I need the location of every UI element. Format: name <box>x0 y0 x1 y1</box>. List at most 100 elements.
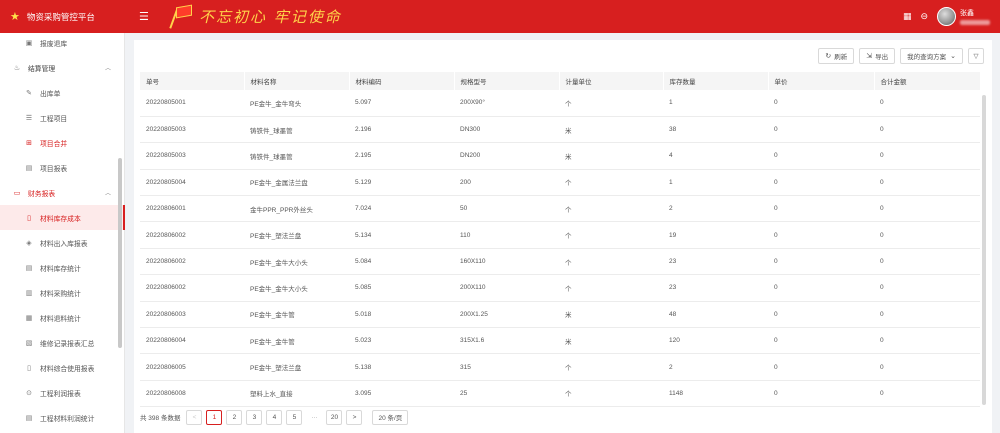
table-cell: 20220805001 <box>140 90 244 117</box>
sidebar-item-return-stats[interactable]: ▦ 材料退料统计 <box>0 305 125 330</box>
table-row[interactable]: 20220805004 PE金牛_金属法兰盘 5.129 200 个 1 0 0 <box>140 169 980 197</box>
prev-page-button[interactable]: < <box>186 409 203 425</box>
sidebar-group-settlement[interactable]: ♨ 结算管理 ︿ <box>0 55 125 80</box>
table-row[interactable]: 20220805003 铸铁件_球墨管 2.195 DN200 米 4 0 0 <box>140 142 980 170</box>
table-row[interactable]: 20220806003 PE金牛_金牛管 5.018 200X1.25 米 48 0 0 <box>140 301 980 329</box>
table-cell: 20220806002 <box>140 248 244 276</box>
column-header[interactable]: 规格型号 <box>454 72 560 90</box>
table-row[interactable]: 20220806004 PE金牛_金牛管 5.023 315X1.6 米 120 0 0 <box>140 327 980 355</box>
sidebar-item-profit-report[interactable]: ⊙ 工程利润报表 <box>0 380 125 405</box>
table-cell: 2.195 <box>349 142 454 170</box>
merge-icon: ⊞ <box>26 139 32 147</box>
table-cell: 7.024 <box>349 195 454 223</box>
table-cell: 个 <box>559 353 663 381</box>
apps-grid-icon[interactable]: ▦ <box>903 11 912 22</box>
page-4[interactable]: 4 <box>266 409 283 425</box>
column-header[interactable]: 单号 <box>140 72 245 90</box>
sidebar-item-material-profit[interactable]: ▤ 工程材料利润统计 <box>0 405 125 430</box>
sidebar-item-project-merge[interactable]: ⊞ 项目合并 <box>0 130 125 155</box>
avatar[interactable] <box>937 7 956 26</box>
table-cell: PE金牛_金属法兰盘 <box>244 169 349 197</box>
next-page-button[interactable]: > <box>346 409 363 425</box>
table-cell: 5.097 <box>349 90 454 117</box>
table-row[interactable]: 20220806002 PE金牛_金牛大小头 5.084 160X110 个 23 0 0 <box>140 248 980 276</box>
sidebar-scrollbar[interactable] <box>118 158 122 348</box>
page-ellipsis[interactable]: ··· <box>306 409 323 425</box>
page-5[interactable]: 5 <box>286 409 303 425</box>
sidebar-item-projects[interactable]: ☰ 工程项目 <box>0 105 125 130</box>
table-scrollbar[interactable] <box>982 95 986 405</box>
table-row[interactable]: 20220805003 铸铁件_球墨管 2.196 DN300 米 38 0 0 <box>140 116 980 144</box>
column-header[interactable]: 材料名称 <box>244 72 350 90</box>
usage-icon: ▯ <box>27 364 31 372</box>
sidebar-item-outbound[interactable]: ✎ 出库单 <box>0 80 125 105</box>
table-row[interactable]: 20220806008 塑料上水_直接 3.095 25 个 1148 0 0 <box>140 380 980 408</box>
repair-icon: ▧ <box>25 339 33 347</box>
page-3[interactable]: 3 <box>246 409 263 425</box>
user-info[interactable]: 张鑫 <box>960 9 990 25</box>
table-cell: 5.018 <box>349 301 454 329</box>
table-row[interactable]: 20220806001 金牛PPR_PPR外丝头 7.024 50 个 2 0 0 <box>140 195 980 223</box>
refresh-icon: ↻ <box>825 53 832 60</box>
page-2[interactable]: 2 <box>226 409 243 425</box>
sidebar-item-stock-stats[interactable]: ▤ 材料库存统计 <box>0 255 125 280</box>
sidebar: ▣ 报废退库 ♨ 结算管理 ︿ ✎ 出库单 ☰ 工程项目 ⊞ 项目合并 ▤ 项目… <box>0 33 125 433</box>
stock-icon: ▤ <box>25 264 33 272</box>
table-cell: 米 <box>559 301 663 329</box>
app-title: 物资采购管控平台 <box>26 11 95 22</box>
table-cell: 铸铁件_球墨管 <box>244 116 349 144</box>
table-cell: 0 <box>768 142 874 170</box>
sidebar-item-purchase-stats[interactable]: ▥ 材料采购统计 <box>0 280 125 305</box>
table-cell: 2 <box>663 353 768 381</box>
table-row[interactable]: 20220805001 PE金牛_金牛弯头 5.097 200X90° 个 1 0 0 <box>140 90 980 117</box>
table-cell: 120 <box>663 327 768 355</box>
sidebar-group-finance[interactable]: ▭ 财务报表 ︿ <box>0 180 125 205</box>
column-header[interactable]: 合计金额 <box>874 72 980 90</box>
sidebar-item-material-cost[interactable]: ▯ 材料库存成本 <box>0 205 125 230</box>
query-scheme-dropdown[interactable]: 我的查询方案 ⌄ <box>900 48 963 64</box>
sidebar-item-project-report[interactable]: ▤ 项目报表 <box>0 155 125 180</box>
refresh-button[interactable]: ↻ 刷新 <box>818 48 855 64</box>
sidebar-item-scrap-return[interactable]: ▣ 报废退库 <box>0 30 125 55</box>
filter-button[interactable]: ▽ <box>968 48 984 64</box>
column-header[interactable]: 单价 <box>768 72 875 90</box>
table-cell: 个 <box>559 380 663 408</box>
page-size-select[interactable]: 20 条/页 <box>372 409 409 425</box>
table-cell: 1148 <box>663 380 768 408</box>
table-cell: 1 <box>663 90 768 117</box>
table-cell: 200X1.25 <box>454 301 559 329</box>
table-cell: 5.084 <box>349 248 454 276</box>
table-row[interactable]: 20220806002 PE金牛_塑法兰盘 5.134 110 个 19 0 0 <box>140 221 980 249</box>
sidebar-item-repair-summary[interactable]: ▧ 维修记录报表汇总 <box>0 330 125 355</box>
page-last[interactable]: 20 <box>326 409 343 425</box>
table-cell: 20220806002 <box>140 221 244 249</box>
page-1[interactable]: 1 <box>206 409 223 425</box>
sidebar-item-usage-report[interactable]: ▯ 材料综合使用报表 <box>0 355 125 380</box>
profit-icon: ⊙ <box>26 389 32 397</box>
export-button[interactable]: ⇲ 导出 <box>859 48 896 64</box>
menu-toggle-icon[interactable]: ☰ <box>139 10 153 23</box>
table-cell: 米 <box>559 116 663 144</box>
table-cell: 0 <box>768 169 874 197</box>
table-cell: 个 <box>559 195 663 223</box>
sidebar-item-material-inout[interactable]: ◈ 材料出入库报表 <box>0 230 125 255</box>
table-cell: 0 <box>874 221 980 249</box>
column-header[interactable]: 库存数量 <box>663 72 769 90</box>
table-cell: PE金牛_塑法兰盘 <box>244 353 349 381</box>
table-row[interactable]: 20220806005 PE金牛_塑法兰盘 5.138 315 个 2 0 0 <box>140 353 980 381</box>
table-cell: 200X90° <box>454 90 559 117</box>
table-cell: 110 <box>454 221 559 249</box>
column-header[interactable]: 材料编码 <box>349 72 455 90</box>
table-cell: 0 <box>874 327 980 355</box>
table-cell: 5.138 <box>349 353 454 381</box>
table-cell: 0 <box>874 274 980 302</box>
more-icon[interactable]: ⊖ <box>920 11 928 22</box>
table-cell: 20220805003 <box>140 116 244 144</box>
table-cell: 25 <box>454 380 559 408</box>
table-cell: PE金牛_塑法兰盘 <box>244 221 349 249</box>
table-row[interactable]: 20220806002 PE金牛_金牛大小头 5.085 200X110 个 23 0 0 <box>140 274 980 302</box>
table-body: 20220805001 PE金牛_金牛弯头 5.097 200X90° 个 1 0 0 2022… <box>140 90 980 408</box>
column-header[interactable]: 计量单位 <box>559 72 664 90</box>
table-cell: 0 <box>874 116 980 144</box>
table-cell: 5.023 <box>349 327 454 355</box>
